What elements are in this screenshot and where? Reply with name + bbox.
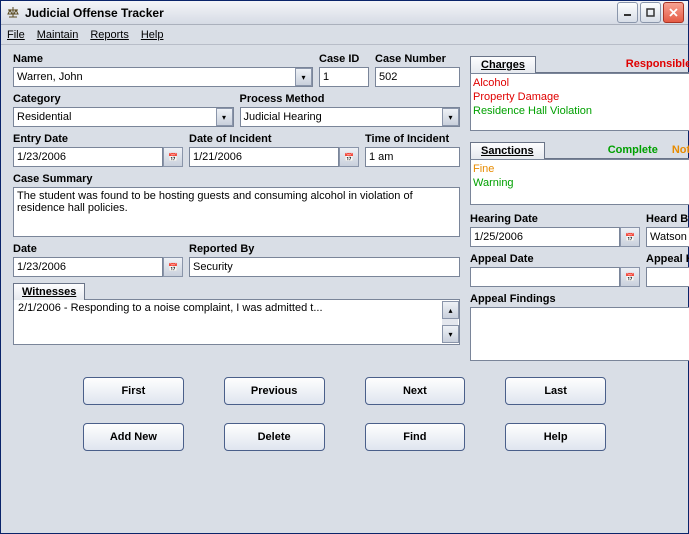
- entrydate-input[interactable]: [13, 147, 163, 167]
- help-button[interactable]: Help: [505, 423, 606, 451]
- label-casenumber: Case Number: [375, 53, 460, 65]
- witnesses-list[interactable]: 2/1/2006 - Responding to a noise complai…: [13, 299, 460, 345]
- last-button[interactable]: Last: [505, 377, 606, 405]
- appealheardby-input[interactable]: [646, 267, 689, 287]
- previous-button[interactable]: Previous: [224, 377, 325, 405]
- label-name: Name: [13, 53, 313, 65]
- label-caseid: Case ID: [319, 53, 369, 65]
- label-date: Date: [13, 243, 183, 255]
- menu-reports[interactable]: Reports: [90, 29, 129, 41]
- casenumber-input[interactable]: [375, 67, 460, 87]
- maximize-button[interactable]: [640, 2, 661, 23]
- charge-row[interactable]: Property Damage: [473, 90, 689, 104]
- hearingdate-input[interactable]: [470, 227, 620, 247]
- label-timeofincident: Time of Incident: [365, 133, 460, 145]
- witnesses-tab[interactable]: Witnesses: [13, 283, 85, 300]
- scroll-down-icon[interactable]: ▾: [442, 325, 459, 343]
- menubar: File Maintain Reports Help: [1, 25, 688, 45]
- first-button[interactable]: First: [83, 377, 184, 405]
- sanction-row[interactable]: Warning: [473, 176, 689, 190]
- label-appealdate: Appeal Date: [470, 253, 640, 265]
- calendar-icon[interactable]: 📅: [339, 147, 359, 167]
- label-entrydate: Entry Date: [13, 133, 183, 145]
- date-input[interactable]: [13, 257, 163, 277]
- sanction-row[interactable]: Fine: [473, 162, 689, 176]
- charge-row[interactable]: Residence Hall Violation: [473, 104, 689, 118]
- legend-complete: Complete: [608, 144, 658, 156]
- label-category: Category: [13, 93, 234, 105]
- timeincident-input[interactable]: [365, 147, 460, 167]
- label-hearingdate: Hearing Date: [470, 213, 640, 225]
- charges-tab[interactable]: Charges: [470, 56, 536, 73]
- reportedby-input[interactable]: [189, 257, 460, 277]
- label-appealfindings: Appeal Findings: [470, 293, 689, 305]
- addnew-button[interactable]: Add New: [83, 423, 184, 451]
- label-appealheardby: Appeal Heard By: [646, 253, 689, 265]
- legend-responsible: Responsible: [626, 58, 689, 70]
- delete-button[interactable]: Delete: [224, 423, 325, 451]
- content-area: Name Warren, John ▾ Case ID Case Number: [1, 45, 688, 533]
- next-button[interactable]: Next: [365, 377, 466, 405]
- chevron-down-icon[interactable]: ▾: [216, 108, 233, 126]
- chevron-down-icon[interactable]: ▾: [295, 68, 312, 86]
- scroll-up-icon[interactable]: ▴: [442, 301, 459, 319]
- app-window: Judicial Offense Tracker File Maintain R…: [0, 0, 689, 534]
- charges-list[interactable]: AlcoholProperty DamageResidence Hall Vio…: [470, 73, 689, 131]
- calendar-icon[interactable]: 📅: [620, 267, 640, 287]
- category-combo[interactable]: Residential ▾: [13, 107, 234, 127]
- label-reportedby: Reported By: [189, 243, 460, 255]
- calendar-icon[interactable]: 📅: [620, 227, 640, 247]
- find-button[interactable]: Find: [365, 423, 466, 451]
- name-combo[interactable]: Warren, John ▾: [13, 67, 313, 87]
- witness-row[interactable]: 2/1/2006 - Responding to a noise complai…: [18, 302, 455, 314]
- scrollbar[interactable]: ▴ ▾: [442, 301, 458, 343]
- menu-file[interactable]: File: [7, 29, 25, 41]
- window-title: Judicial Offense Tracker: [25, 6, 617, 20]
- close-button[interactable]: [663, 2, 684, 23]
- label-casesummary: Case Summary: [13, 173, 460, 185]
- calendar-icon[interactable]: 📅: [163, 147, 183, 167]
- minimize-button[interactable]: [617, 2, 638, 23]
- heardby-input[interactable]: [646, 227, 689, 247]
- dateincident-input[interactable]: [189, 147, 339, 167]
- sanctions-list[interactable]: FineWarning ▴ ▾: [470, 159, 689, 205]
- casesummary-textarea[interactable]: [13, 187, 460, 237]
- appealdate-input[interactable]: [470, 267, 620, 287]
- menu-help[interactable]: Help: [141, 29, 164, 41]
- label-heardby: Heard By: [646, 213, 689, 225]
- caseid-input[interactable]: [319, 67, 369, 87]
- label-processmethod: Process Method: [240, 93, 461, 105]
- app-icon: [5, 5, 21, 21]
- menu-maintain[interactable]: Maintain: [37, 29, 79, 41]
- charge-row[interactable]: Alcohol: [473, 76, 689, 90]
- chevron-down-icon[interactable]: ▾: [442, 108, 459, 126]
- calendar-icon[interactable]: 📅: [163, 257, 183, 277]
- processmethod-combo[interactable]: Judicial Hearing ▾: [240, 107, 461, 127]
- appealfindings-textarea[interactable]: [470, 307, 689, 361]
- legend-notyetdue: Not Yet Due: [672, 144, 689, 156]
- label-dateofincident: Date of Incident: [189, 133, 359, 145]
- sanctions-tab[interactable]: Sanctions: [470, 142, 545, 159]
- titlebar: Judicial Offense Tracker: [1, 1, 688, 25]
